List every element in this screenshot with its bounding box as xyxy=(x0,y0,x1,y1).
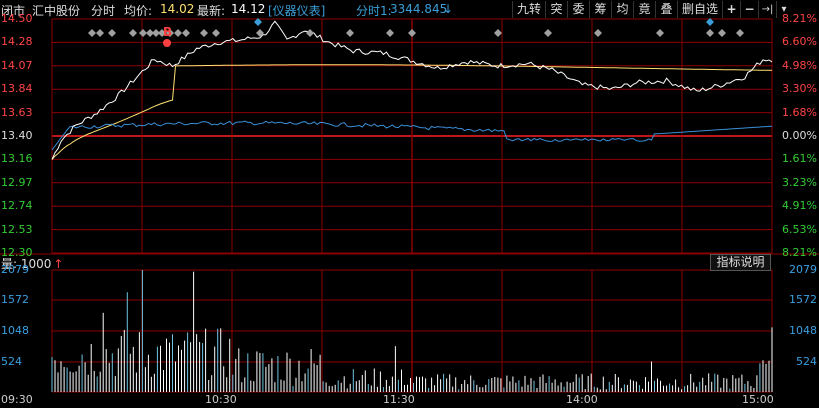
buy-marker-label: B xyxy=(163,25,172,39)
signal-diamond-icon xyxy=(200,29,208,37)
price-tick-label: 13.40 xyxy=(1,129,33,142)
signal-diamond-icon xyxy=(212,29,220,37)
price-tick-label: 13.84 xyxy=(1,82,33,96)
signal-diamond-icon xyxy=(174,29,182,37)
indicator-explain-button[interactable]: 指标说明 xyxy=(710,254,771,271)
signal-diamond-icon xyxy=(182,29,190,37)
percent-tick-label: 1.68% xyxy=(782,105,817,119)
signal-diamond-icon xyxy=(594,29,602,37)
signal-diamond-icon xyxy=(718,29,726,37)
intraday-chart[interactable]: B xyxy=(0,0,819,408)
price-tick-label: 13.63 xyxy=(1,105,33,119)
price-tick-label: 14.07 xyxy=(1,58,33,72)
signal-diamond-icon xyxy=(256,29,264,37)
time-label-1500: 15:00 xyxy=(742,393,774,406)
signal-diamond-icon xyxy=(706,29,714,37)
price-tick-label: 12.53 xyxy=(1,222,33,236)
volume-tick-label: 1048 xyxy=(789,324,817,337)
signal-diamond-icon xyxy=(408,29,416,37)
signal-diamond-icon xyxy=(139,29,147,37)
price-tick-label: 14.50 xyxy=(1,12,33,25)
volume-tick-label: 524 xyxy=(1,355,22,368)
time-label-0930: 09:30 xyxy=(1,393,33,406)
signal-diamond-icon xyxy=(656,29,664,37)
price-tick-label: 14.28 xyxy=(1,35,33,49)
volume-tick-label: 524 xyxy=(796,355,817,368)
percent-tick-label: 6.53% xyxy=(782,222,817,236)
signal-diamond-icon xyxy=(494,29,502,37)
volume-tick-label: 2079 xyxy=(1,263,29,276)
signal-diamond-icon xyxy=(96,29,104,37)
percent-tick-label: 0.00% xyxy=(782,129,817,142)
time-label-1030: 10:30 xyxy=(205,393,237,406)
volume-tick-label: 1048 xyxy=(1,324,29,337)
signal-diamond-icon xyxy=(129,29,137,37)
volume-tick-label: 1572 xyxy=(789,293,817,306)
signal-diamond-icon xyxy=(108,29,116,37)
up-arrow-icon: ↑ xyxy=(53,257,64,271)
signal-diamond-icon xyxy=(88,29,96,37)
signal-diamond-icon xyxy=(306,29,314,37)
price-tick-label: 13.16 xyxy=(1,152,33,166)
percent-tick-label: 3.23% xyxy=(782,175,817,189)
percent-tick-label: 4.98% xyxy=(782,58,817,72)
time-label-1400: 14:00 xyxy=(566,393,598,406)
percent-tick-label: 8.21% xyxy=(782,246,817,259)
buy-marker-dot xyxy=(163,39,171,47)
percent-tick-label: 4.91% xyxy=(782,199,817,213)
price-tick-label: 12.74 xyxy=(1,199,33,213)
signal-diamond-icon xyxy=(736,29,744,37)
signal-diamond-icon xyxy=(544,29,552,37)
percent-tick-label: 8.21% xyxy=(782,12,817,25)
volume-tick-label: 1572 xyxy=(1,293,29,306)
volume-tick-label: 2079 xyxy=(789,263,817,276)
signal-diamond-icon xyxy=(386,29,394,37)
percent-tick-label: 3.30% xyxy=(782,82,817,96)
signal-diamond-icon xyxy=(346,29,354,37)
percent-tick-label: 6.60% xyxy=(782,35,817,49)
price-tick-label: 12.97 xyxy=(1,175,33,189)
time-label-1130: 11:30 xyxy=(383,393,415,406)
percent-tick-label: 1.61% xyxy=(782,152,817,166)
